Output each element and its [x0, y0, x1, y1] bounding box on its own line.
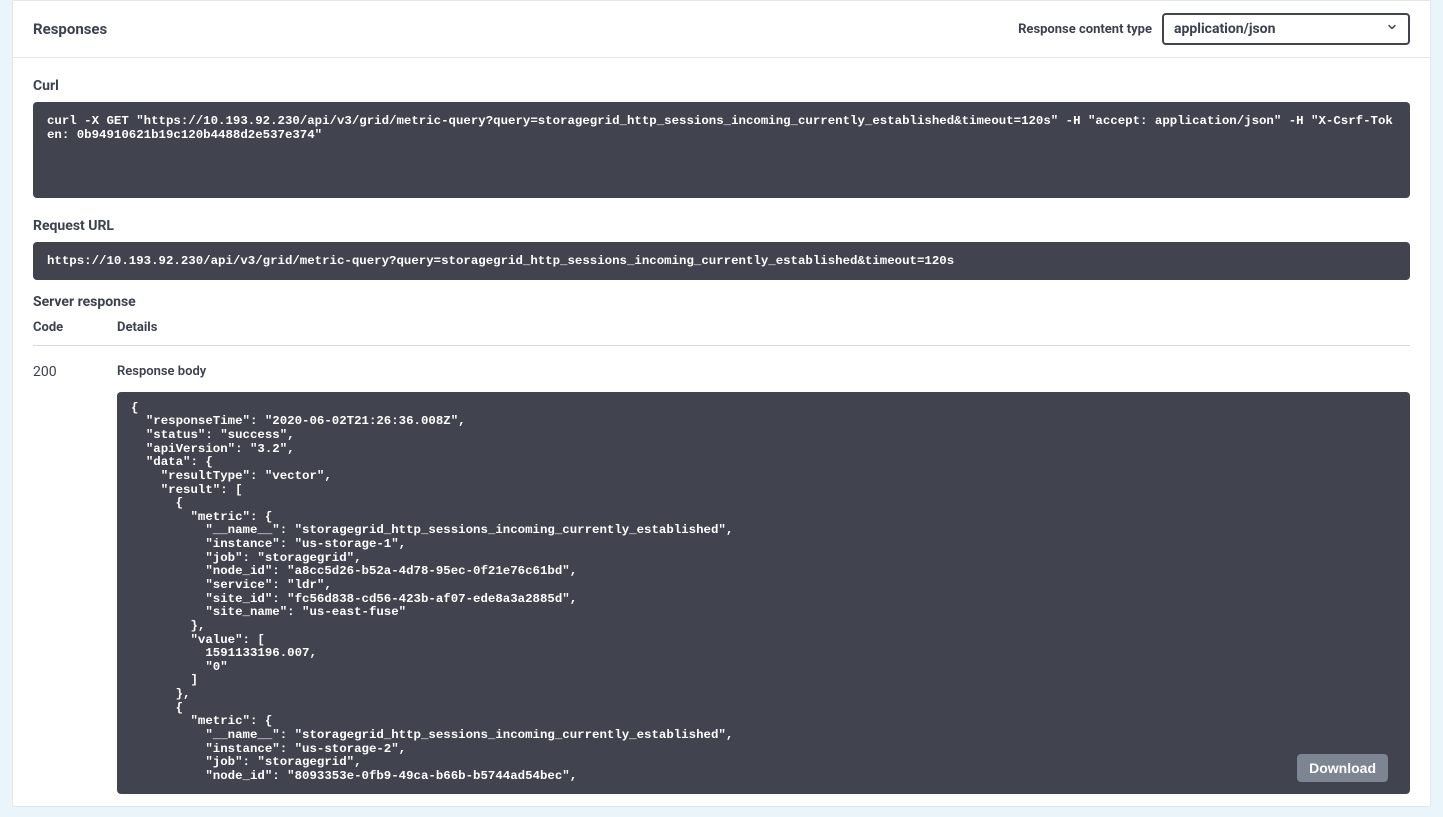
- content-type-value: application/json: [1174, 21, 1275, 37]
- responses-header: Responses Response content type applicat…: [13, 1, 1430, 58]
- content-type-group: Response content type application/json: [1018, 13, 1410, 45]
- column-details-header: Details: [117, 320, 1410, 335]
- content-type-label: Response content type: [1018, 22, 1152, 37]
- response-body-label: Response body: [117, 364, 1410, 379]
- request-url-block[interactable]: https://10.193.92.230/api/v3/grid/metric…: [33, 242, 1410, 280]
- column-code-header: Code: [33, 320, 117, 335]
- response-code: 200: [33, 364, 117, 806]
- server-response-label: Server response: [33, 294, 1410, 310]
- download-button[interactable]: Download: [1297, 754, 1388, 782]
- responses-title: Responses: [33, 20, 107, 38]
- response-table-header: Code Details: [33, 320, 1410, 346]
- response-body-block[interactable]: { "responseTime": "2020-06-02T21:26:36.0…: [117, 392, 1410, 794]
- chevron-down-icon: [1386, 21, 1398, 37]
- curl-command-block[interactable]: curl -X GET "https://10.193.92.230/api/v…: [33, 102, 1410, 198]
- response-row: 200 Response body { "responseTime": "202…: [33, 346, 1410, 806]
- request-url-label: Request URL: [33, 218, 1410, 234]
- curl-label: Curl: [33, 78, 1410, 94]
- content-type-select[interactable]: application/json: [1162, 13, 1410, 45]
